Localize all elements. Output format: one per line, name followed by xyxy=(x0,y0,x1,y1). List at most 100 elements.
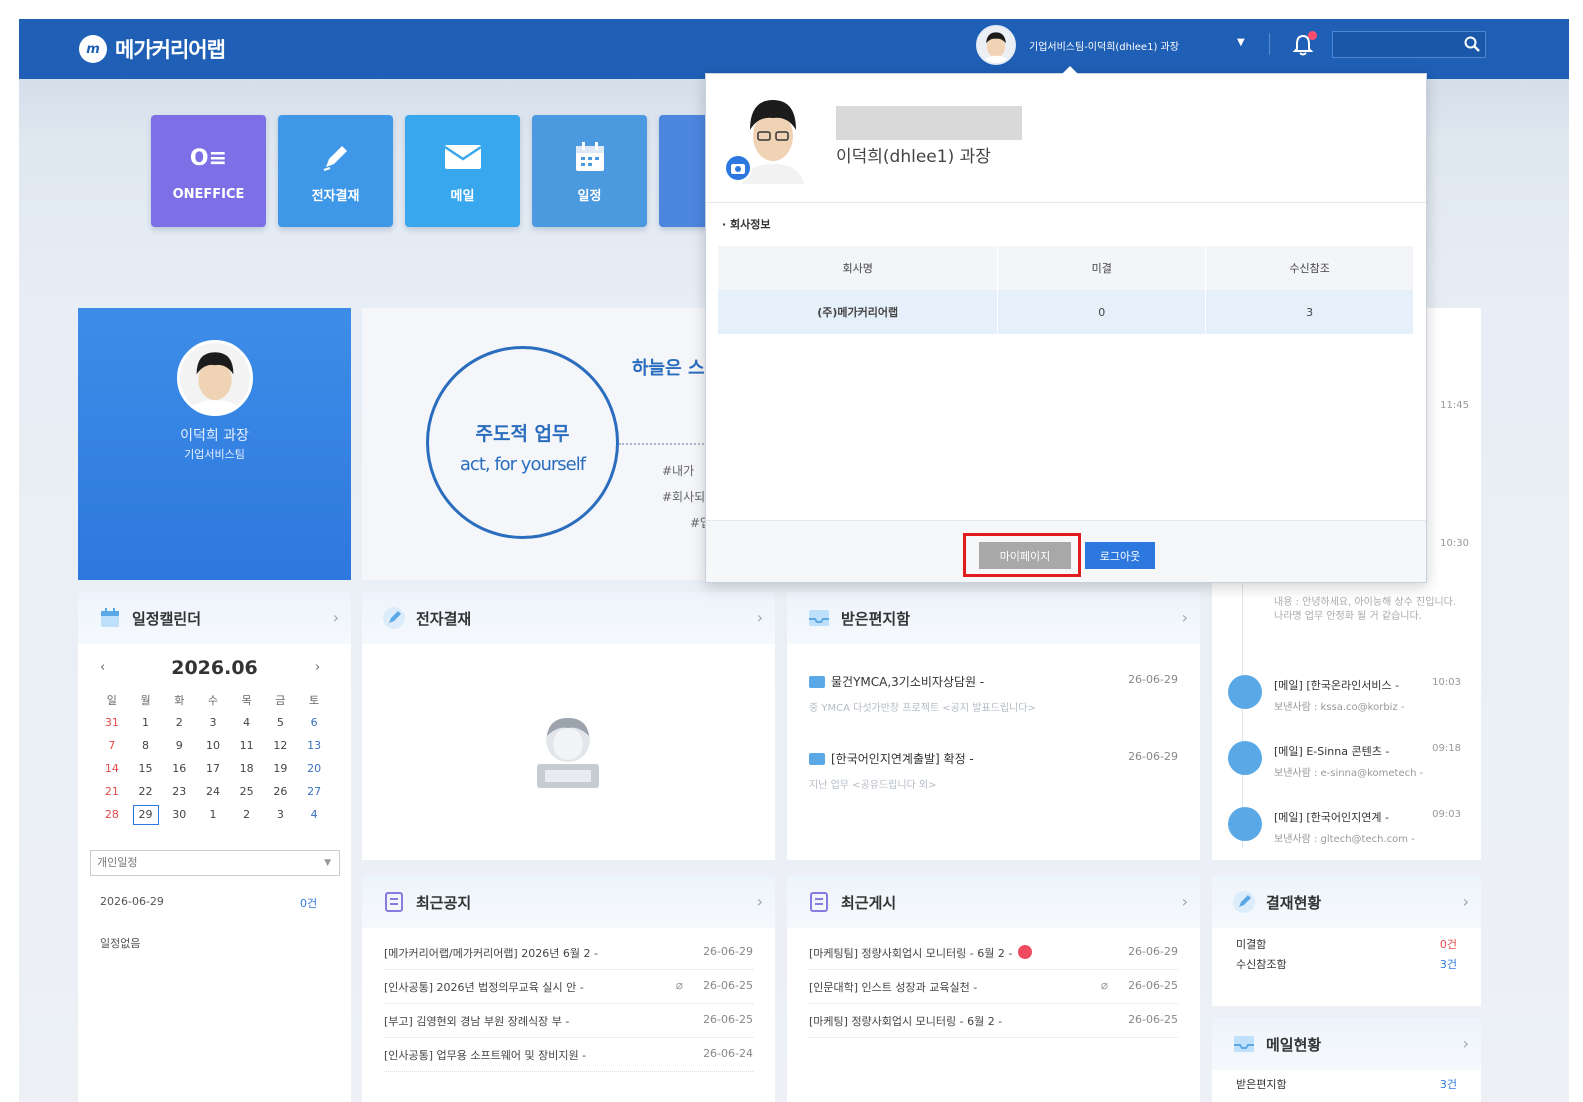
calendar-day[interactable]: 16 xyxy=(162,757,196,780)
calendar-day[interactable]: 17 xyxy=(196,757,230,780)
mail-subject: [한국어인지연계출발] 확정 - xyxy=(831,752,974,766)
calendar-day[interactable]: 30 xyxy=(162,803,196,826)
calendar-day[interactable]: 5 xyxy=(264,711,298,734)
calendar-day[interactable]: 9 xyxy=(162,734,196,757)
chevron-right-icon[interactable]: › xyxy=(1463,892,1469,911)
banner-tag: #내가 xyxy=(662,464,695,478)
app-root: m 메가커리어랩 기업서비스팀-이덕희(dhlee1) 과장 ▼ O≡ ONEF… xyxy=(19,19,1569,1102)
chevron-right-icon[interactable]: › xyxy=(1182,892,1188,911)
search-icon[interactable] xyxy=(1463,35,1481,53)
chevron-down-icon[interactable]: ▼ xyxy=(1237,37,1245,48)
name-redaction-bar xyxy=(836,106,1022,140)
approval-icon xyxy=(1233,891,1255,913)
widget-header[interactable]: 받은편지함 › xyxy=(787,592,1200,644)
list-item[interactable]: [인문대학] 인스트 성장과 교육실천 - ⌀ 26-06-25 xyxy=(809,970,1178,1004)
calendar-day[interactable]: 8 xyxy=(129,734,163,757)
widget-header[interactable]: 최근게시 › xyxy=(787,876,1200,928)
list-item[interactable]: [인사공통] 2026년 법정의무교육 실시 안 - ⌀ 26-06-25 xyxy=(384,970,753,1004)
widget-header[interactable]: 최근공지 › xyxy=(362,876,775,928)
calendar-day[interactable]: 1 xyxy=(196,803,230,826)
mail-status-widget: 메일현황 › 받은편지함 3건 xyxy=(1212,1018,1481,1102)
notice-title: [인사공통] 2026년 법정의무교육 실시 안 - xyxy=(384,981,584,994)
calendar-day[interactable]: 15 xyxy=(129,757,163,780)
calendar-day[interactable]: 14 xyxy=(95,757,129,780)
notification-sender: 보낸사람 : kssa.co@korbiz - xyxy=(1274,702,1405,713)
camera-icon[interactable] xyxy=(724,154,752,182)
calendar-day[interactable]: 3 xyxy=(196,711,230,734)
tile-mail[interactable]: 메일 xyxy=(405,115,520,227)
mail-item[interactable]: [한국어인지연계출발] 확정 - 26-06-29 지난 업무 <공유드립니다 … xyxy=(809,750,1178,791)
table-row[interactable]: (주)메가커리어랩 0 3 xyxy=(718,290,1414,334)
calendar-day[interactable]: 13 xyxy=(297,734,331,757)
new-badge-icon xyxy=(1018,945,1033,959)
notification-preview: 내용 : 안녕하세요, 아이능해 상수 진입니다. 나라명 업무 안정화 될 거… xyxy=(1274,597,1457,622)
logout-button[interactable]: 로그아웃 xyxy=(1085,542,1155,569)
calendar-day[interactable]: 23 xyxy=(162,780,196,803)
stat-row[interactable]: 수신참조함 3건 xyxy=(1236,956,1457,972)
calendar-day[interactable]: 12 xyxy=(264,734,298,757)
calendar-day[interactable]: 26 xyxy=(264,780,298,803)
calendar-day[interactable]: 28 xyxy=(95,803,129,826)
list-item[interactable]: [인사공통] 업무용 소프트웨어 및 장비지원 - 26-06-24 xyxy=(384,1038,753,1072)
calendar-day[interactable]: 11 xyxy=(230,734,264,757)
slogan-line-2: act, for yourself xyxy=(459,454,586,475)
profile-dept: 기업서비스팀 xyxy=(184,448,245,461)
chevron-right-icon[interactable]: › xyxy=(757,608,763,627)
mail-circle-icon xyxy=(1228,741,1262,775)
widget-header[interactable]: 일정캘린더 › xyxy=(78,592,351,644)
calendar-day[interactable]: 3 xyxy=(264,803,298,826)
stat-row[interactable]: 미결함 0건 xyxy=(1236,936,1457,952)
calendar-day[interactable]: 1 xyxy=(129,711,163,734)
calendar-day[interactable]: 31 xyxy=(95,711,129,734)
chevron-right-icon[interactable]: › xyxy=(1182,608,1188,627)
logo[interactable]: m 메가커리어랩 xyxy=(79,34,226,64)
mail-item[interactable]: 물건YMCA,3기소비자상담원 - 26-06-29 중 YMCA 다섯가반창 … xyxy=(809,673,1178,714)
widget-header[interactable]: 전자결재 › xyxy=(362,592,775,644)
calendar-day[interactable]: 19 xyxy=(264,757,298,780)
calendar-day[interactable]: 24 xyxy=(196,780,230,803)
calendar-day[interactable]: 4 xyxy=(230,711,264,734)
widget-header[interactable]: 결재현황 › xyxy=(1212,876,1481,928)
calendar-day[interactable]: 6 xyxy=(297,711,331,734)
widget-header[interactable]: 메일현황 › xyxy=(1212,1018,1481,1070)
notification-time: 09:03 xyxy=(1432,809,1461,820)
calendar-day-today[interactable]: 29 xyxy=(129,803,163,826)
calendar-day[interactable]: 18 xyxy=(230,757,264,780)
notice-title: [인사공통] 업무용 소프트웨어 및 장비지원 - xyxy=(384,1049,587,1062)
chevron-right-icon[interactable]: › xyxy=(757,892,763,911)
calendar-day[interactable]: 22 xyxy=(129,780,163,803)
notice-title: [메가커리어랩/메가커리어랩] 2026년 6월 2 - xyxy=(384,947,598,960)
calendar-day[interactable]: 27 xyxy=(297,780,331,803)
calendar-day[interactable]: 2 xyxy=(230,803,264,826)
next-month-button[interactable]: › xyxy=(315,660,320,675)
profile-avatar[interactable] xyxy=(177,340,253,416)
calendar-day[interactable]: 20 xyxy=(297,757,331,780)
tile-schedule[interactable]: 일정 xyxy=(532,115,647,227)
section-title-text: 회사정보 xyxy=(730,218,771,231)
notice-title: [부고] 김영현외 경남 부원 장례식장 부 - xyxy=(384,1015,570,1028)
chevron-right-icon[interactable]: › xyxy=(1463,1034,1469,1053)
slogan-circle: 주도적 업무 act, for yourself xyxy=(426,346,619,539)
calendar-day[interactable]: 2 xyxy=(162,711,196,734)
header-user-name[interactable]: 기업서비스팀-이덕희(dhlee1) 과장 xyxy=(1029,38,1179,53)
calendar-day[interactable]: 7 xyxy=(95,734,129,757)
list-item[interactable]: [마케팅] 정량사회업시 모니터링 - 6월 2 - 26-06-25 xyxy=(809,1004,1178,1038)
list-item[interactable]: [부고] 김영현외 경남 부원 장례식장 부 - 26-06-25 xyxy=(384,1004,753,1038)
column-header: 수신참조 xyxy=(1205,246,1414,290)
tile-approval[interactable]: 전자결재 xyxy=(278,115,393,227)
stat-row[interactable]: 받은편지함 3건 xyxy=(1236,1076,1457,1092)
tile-oneffice[interactable]: O≡ ONEFFICE xyxy=(151,115,266,227)
top-navigation-bar: m 메가커리어랩 기업서비스팀-이덕희(dhlee1) 과장 ▼ xyxy=(19,19,1569,79)
list-item[interactable]: [메가커리어랩/메가커리어랩] 2026년 6월 2 - 26-06-29 xyxy=(384,936,753,970)
calendar-day[interactable]: 4 xyxy=(297,803,331,826)
header-avatar[interactable] xyxy=(976,25,1016,65)
chevron-right-icon[interactable]: › xyxy=(333,608,339,627)
calendar-day[interactable]: 10 xyxy=(196,734,230,757)
calendar-day[interactable]: 25 xyxy=(230,780,264,803)
bell-icon[interactable] xyxy=(1289,31,1317,59)
mypage-button[interactable]: 마이페이지 xyxy=(979,542,1071,569)
list-item[interactable]: [마케팅팀] 정량사회업시 모니터링 - 6월 2 - 26-06-29 xyxy=(809,936,1178,970)
calendar-type-select[interactable]: 개인일정 ▼ xyxy=(90,850,340,876)
calendar-day[interactable]: 21 xyxy=(95,780,129,803)
oneffice-icon: O≡ xyxy=(189,146,228,171)
